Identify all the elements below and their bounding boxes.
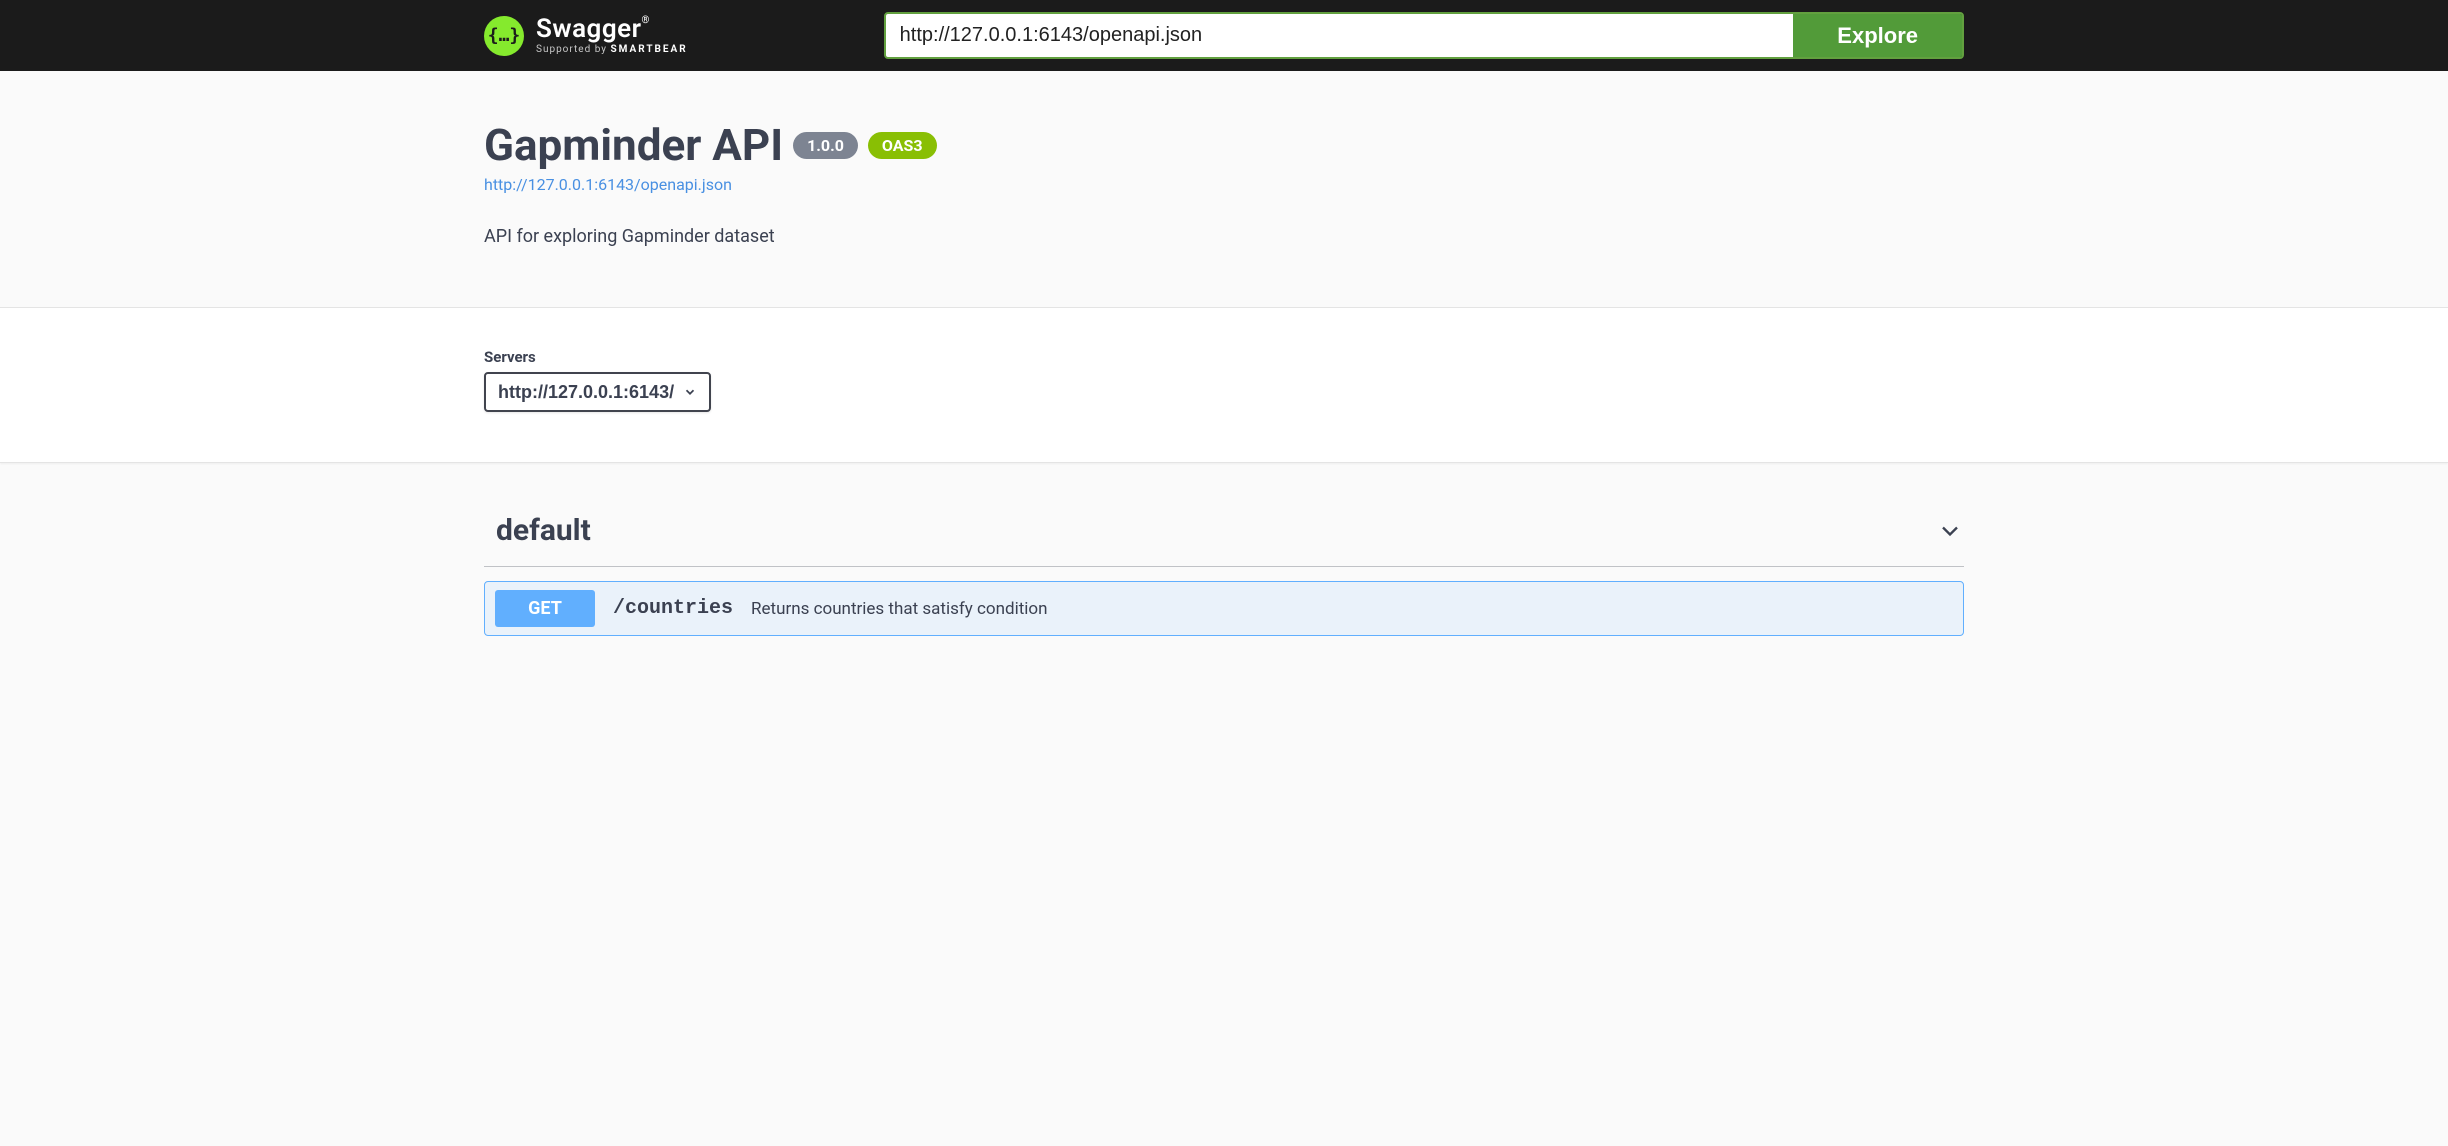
swagger-logo-subtitle: Supported by SMARTBEAR <box>536 45 688 55</box>
spec-url-form: Explore <box>884 12 1964 59</box>
servers-section: Servers http://127.0.0.1:6143/ <box>0 307 2448 463</box>
operation-summary: Returns countries that satisfy condition <box>751 599 1047 619</box>
chevron-down-icon <box>1936 517 1964 545</box>
divider <box>484 566 1964 567</box>
swagger-logo-icon: {…} <box>484 16 524 56</box>
spec-url-input[interactable] <box>886 14 1794 57</box>
swagger-logo[interactable]: {…} Swagger® Supported by SMARTBEAR <box>484 16 688 56</box>
server-select[interactable]: http://127.0.0.1:6143/ <box>498 382 703 402</box>
oas-badge: OAS3 <box>868 132 937 159</box>
swagger-logo-word: Swagger <box>536 14 641 44</box>
tag-header-default[interactable]: default <box>484 503 1964 566</box>
server-select-wrapper[interactable]: http://127.0.0.1:6143/ <box>484 372 711 412</box>
topbar: {…} Swagger® Supported by SMARTBEAR Expl… <box>0 0 2448 71</box>
info-section: Gapminder API 1.0.0 OAS3 http://127.0.0.… <box>464 71 1984 307</box>
spec-link[interactable]: http://127.0.0.1:6143/openapi.json <box>484 175 732 194</box>
http-method-badge: GET <box>495 590 595 627</box>
operation-get-countries[interactable]: GET /countries Returns countries that sa… <box>484 581 1964 636</box>
servers-label: Servers <box>484 348 1964 366</box>
operations-section: default GET /countries Returns countries… <box>464 463 1984 676</box>
api-title: Gapminder API <box>484 119 783 171</box>
operation-path: /countries <box>613 597 733 620</box>
api-description: API for exploring Gapminder dataset <box>484 226 1964 247</box>
version-badge: 1.0.0 <box>793 132 858 159</box>
tag-name: default <box>496 513 591 548</box>
explore-button[interactable]: Explore <box>1793 14 1962 57</box>
